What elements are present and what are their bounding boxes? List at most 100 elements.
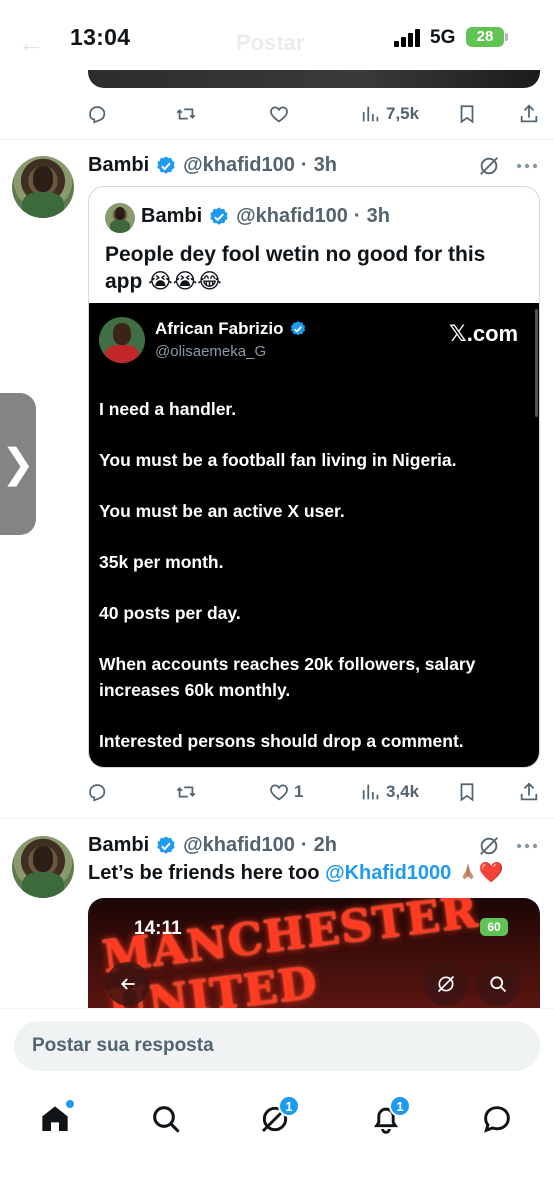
mention-link[interactable]: @Khafid1000: [325, 862, 451, 884]
author-name[interactable]: Bambi: [88, 154, 149, 177]
battery-tip: [505, 33, 508, 41]
bookmark-icon: [460, 105, 474, 124]
bookmark-icon: [460, 783, 474, 802]
status-time: 13:04: [70, 24, 131, 50]
reply-button[interactable]: [86, 772, 108, 812]
repost-button[interactable]: [175, 94, 197, 134]
views-icon: [362, 784, 379, 800]
post2-header: Bambi @khafid100 · 3h: [88, 154, 337, 177]
divider: [0, 818, 554, 819]
tab-messages[interactable]: [472, 1094, 522, 1144]
screenshot-line: When accounts reaches 20k followers, sal…: [99, 654, 476, 700]
more-options-icon[interactable]: [516, 163, 538, 169]
screenshot-text: I need a handler. You must be a football…: [99, 397, 529, 767]
quote-header: Bambi @khafid100 · 3h: [141, 205, 390, 228]
screenshot-line: You must be a football fan living in Nig…: [99, 450, 457, 470]
sign-text: MANCHESTER UNITED: [99, 898, 481, 1008]
verified-badge-icon: [291, 321, 306, 336]
side-drawer-handle[interactable]: ❯: [0, 393, 36, 535]
heart-icon: [270, 784, 288, 801]
author-handle[interactable]: @khafid100: [183, 154, 295, 177]
media-back-button: [106, 962, 150, 1006]
network-type: 5G: [430, 27, 456, 48]
share-button[interactable]: [518, 94, 540, 134]
post-text-body: Let’s be friends here too: [88, 862, 326, 884]
notifications-badge: 1: [389, 1095, 411, 1117]
post-time: 2h: [313, 834, 337, 856]
tab-notifications[interactable]: 1: [361, 1094, 411, 1144]
battery-level: 28: [476, 28, 494, 45]
author-name[interactable]: Bambi: [88, 834, 149, 857]
separator-dot: ·: [300, 834, 308, 856]
grok-icon[interactable]: [478, 155, 500, 177]
separator-dot: ·: [300, 154, 308, 176]
post-time: 3h: [313, 154, 337, 176]
views-button[interactable]: 7,5k: [360, 94, 419, 134]
reply-icon: [89, 106, 106, 124]
quoted-post[interactable]: Bambi @khafid100 · 3h People dey fool we…: [88, 186, 540, 768]
like-button[interactable]: 1: [268, 772, 303, 812]
grok-badge: 1: [278, 1095, 300, 1117]
screenshot-author-name: African Fabrizio: [155, 319, 284, 338]
heart-icon: [270, 106, 288, 123]
verified-badge-icon: [157, 835, 175, 854]
verified-badge-icon: [210, 206, 228, 225]
praying-hands-emoji-icon: [462, 864, 474, 880]
screenshot-scrollbar: [535, 309, 538, 417]
like-button[interactable]: [268, 94, 290, 134]
screenshot-header: African Fabrizio: [155, 319, 307, 339]
chat-bubble-icon: [484, 1106, 510, 1133]
reply-input[interactable]: Postar sua resposta: [14, 1021, 540, 1071]
screenshot-line: 35k per month.: [99, 552, 224, 572]
quote-author-handle: @khafid100: [236, 205, 348, 227]
tab-grok[interactable]: 1: [250, 1094, 300, 1144]
bookmark-button[interactable]: [456, 94, 478, 134]
author-handle[interactable]: @khafid100: [183, 834, 295, 857]
media-battery: 60: [480, 918, 508, 936]
repost-icon: [176, 108, 196, 120]
grok-icon: [437, 975, 455, 993]
back-arrow-icon[interactable]: ←: [18, 28, 44, 59]
search-icon: [153, 1106, 180, 1133]
avatar[interactable]: [12, 156, 74, 218]
divider: [0, 139, 554, 140]
screenshot-line: You must be an active X user.: [99, 501, 345, 521]
battery-icon: 28: [466, 27, 504, 47]
avatar: [99, 317, 145, 363]
post3-header: Bambi @khafid100 · 2h: [88, 834, 337, 857]
reply-button[interactable]: [86, 94, 108, 134]
home-icon: [42, 1106, 68, 1131]
signal-icon: [394, 29, 422, 47]
quoted-screenshot-image[interactable]: African Fabrizio @olisaemeka_G 𝕏.com I n…: [89, 303, 539, 767]
repost-icon: [176, 786, 196, 798]
quote-post-time: 3h: [366, 205, 390, 227]
grok-icon[interactable]: [478, 835, 500, 857]
screenshot-line: Interested persons should drop a comment…: [99, 730, 464, 751]
media-status-time: 14:11: [134, 918, 182, 939]
tab-home[interactable]: [30, 1094, 80, 1144]
avatar[interactable]: [12, 836, 74, 898]
screenshot-line: I need a handler.: [99, 399, 237, 419]
page-title: Postar: [236, 30, 305, 55]
status-bar: ← Postar 13:04 5G 28: [0, 0, 554, 70]
search-icon: [490, 976, 507, 993]
views-count: 3,4k: [386, 782, 420, 801]
bookmark-button[interactable]: [456, 772, 478, 812]
post2-actions: 1 3,4k: [0, 772, 554, 812]
home-unread-dot: [66, 1100, 74, 1108]
repost-button[interactable]: [175, 772, 197, 812]
like-count: 1: [294, 782, 304, 801]
reply-icon: [89, 784, 106, 802]
tab-search[interactable]: [141, 1094, 191, 1144]
post-media-image[interactable]: MANCHESTER UNITED 14:11 60: [88, 898, 540, 1008]
post1-actions: 7,5k: [0, 94, 554, 134]
chevron-right-icon: ❯: [1, 442, 35, 486]
more-options-icon[interactable]: [516, 843, 538, 849]
share-icon: [520, 782, 538, 801]
screenshot-author-handle: @olisaemeka_G: [155, 343, 267, 360]
screenshot-line: 40 posts per day.: [99, 603, 241, 623]
post-text: Let’s be friends here too @Khafid1000 ❤️: [88, 860, 504, 885]
share-button[interactable]: [518, 772, 540, 812]
verified-badge-icon: [157, 155, 175, 174]
views-button[interactable]: 3,4k: [360, 772, 419, 812]
